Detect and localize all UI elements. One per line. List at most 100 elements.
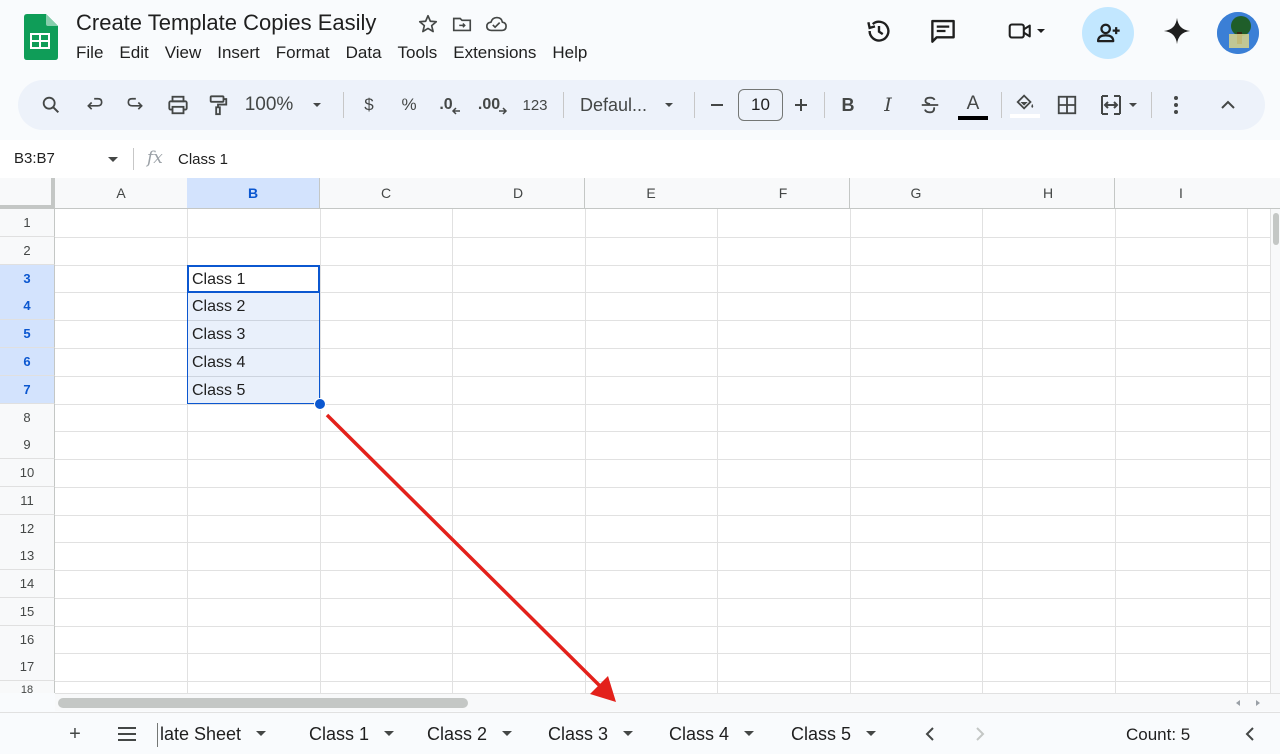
collapse-icon[interactable] [1214, 80, 1242, 130]
increase-font-size-button[interactable] [788, 80, 814, 130]
scroll-right-icon[interactable] [1253, 698, 1263, 708]
bold-button[interactable]: B [834, 80, 862, 130]
move-icon[interactable] [450, 12, 474, 36]
row-header-16[interactable]: 16 [0, 626, 55, 654]
tabs-scroll-right-icon[interactable] [966, 713, 994, 754]
decrease-decimal-button[interactable]: .0 [432, 80, 468, 130]
borders-icon[interactable] [1052, 80, 1082, 130]
row-header-6[interactable]: 6 [0, 348, 55, 376]
avatar[interactable] [1217, 12, 1259, 54]
redo-icon[interactable] [120, 80, 150, 130]
row-header-3[interactable]: 3 [0, 265, 55, 293]
menu-data[interactable]: Data [346, 42, 390, 64]
sheets-logo-icon[interactable] [22, 14, 58, 60]
number-format-button[interactable]: 123 [518, 80, 552, 130]
chevron-down-icon[interactable] [255, 729, 267, 739]
star-icon[interactable] [416, 12, 440, 36]
row-header-15[interactable]: 15 [0, 598, 55, 626]
sheet-tab-class-3[interactable]: Class 3 [548, 713, 634, 754]
row-header-9[interactable]: 9 [0, 431, 55, 459]
percent-format-button[interactable]: % [394, 80, 424, 130]
name-box[interactable]: B3:B7 [14, 150, 55, 167]
cloud-icon[interactable] [484, 12, 508, 36]
scroll-left-icon[interactable] [1233, 698, 1243, 708]
spreadsheet-grid[interactable]: A B C D E F G H I 1 2 3 4 5 6 7 8 9 10 1… [0, 178, 1280, 693]
chevron-down-icon[interactable] [622, 729, 634, 739]
history-icon[interactable] [862, 14, 896, 48]
add-sheet-button[interactable]: + [60, 713, 90, 754]
chevron-down-icon[interactable] [743, 729, 755, 739]
menu-extensions[interactable]: Extensions [453, 42, 544, 64]
chevron-down-icon[interactable] [865, 729, 877, 739]
column-header-e[interactable]: E [585, 178, 718, 209]
menu-format[interactable]: Format [276, 42, 338, 64]
font-family-select[interactable]: Defaul... [574, 80, 684, 130]
print-icon[interactable] [162, 80, 194, 130]
formula-input[interactable]: Class 1 [178, 151, 228, 168]
search-icon[interactable] [34, 80, 68, 130]
column-header-b[interactable]: B [187, 178, 320, 209]
column-header-h[interactable]: H [982, 178, 1115, 209]
menu-tools[interactable]: Tools [398, 42, 446, 64]
sheet-tab-template[interactable]: late Sheet [160, 713, 267, 754]
vertical-scrollbar[interactable] [1270, 209, 1280, 693]
fill-handle[interactable] [314, 398, 326, 410]
column-header-a[interactable]: A [55, 178, 188, 209]
row-header-8[interactable]: 8 [0, 404, 55, 432]
cell-b5[interactable]: Class 3 [192, 320, 245, 348]
zoom-select[interactable]: 100% [244, 80, 324, 130]
select-all-corner[interactable] [0, 178, 55, 209]
column-header-d[interactable]: D [452, 178, 585, 209]
sheet-tab-class-5[interactable]: Class 5 [791, 713, 877, 754]
comment-icon[interactable] [926, 14, 960, 48]
horizontal-scroll-thumb[interactable] [58, 698, 468, 708]
tabs-scroll-left-icon[interactable] [916, 713, 944, 754]
gemini-icon[interactable] [1160, 14, 1194, 48]
menu-file[interactable]: File [76, 42, 111, 64]
merge-icon[interactable] [1094, 80, 1144, 130]
vertical-scroll-thumb[interactable] [1273, 213, 1279, 245]
side-panel-collapse-icon[interactable] [1238, 713, 1262, 754]
fill-color-icon[interactable] [1008, 80, 1042, 130]
row-header-18[interactable]: 18 [0, 681, 55, 693]
column-header-i[interactable]: I [1115, 178, 1248, 209]
column-header-g[interactable]: G [850, 178, 983, 209]
chevron-down-icon[interactable] [383, 729, 395, 739]
video-icon[interactable] [996, 14, 1056, 48]
cell-b3[interactable]: Class 1 [192, 265, 245, 293]
column-header-c[interactable]: C [320, 178, 453, 209]
decrease-font-size-button[interactable] [704, 80, 730, 130]
text-color-button[interactable]: A [956, 80, 990, 130]
menu-view[interactable]: View [165, 42, 210, 64]
cell-b6[interactable]: Class 4 [192, 348, 245, 376]
chevron-down-icon[interactable] [107, 155, 119, 165]
sheet-tab-class-1[interactable]: Class 1 [309, 713, 395, 754]
row-header-2[interactable]: 2 [0, 237, 55, 265]
row-header-4[interactable]: 4 [0, 292, 55, 320]
strikethrough-icon[interactable] [915, 80, 945, 130]
row-header-17[interactable]: 17 [0, 653, 55, 681]
chevron-down-icon[interactable] [501, 729, 513, 739]
row-header-13[interactable]: 13 [0, 542, 55, 570]
font-size-input[interactable]: 10 [738, 89, 783, 121]
column-header-f[interactable]: F [717, 178, 850, 209]
paint-format-icon[interactable] [202, 80, 234, 130]
selection-count[interactable]: Count: 5 [1126, 725, 1190, 745]
row-header-1[interactable]: 1 [0, 209, 55, 237]
menu-help[interactable]: Help [552, 42, 595, 64]
row-header-7[interactable]: 7 [0, 376, 55, 404]
italic-button[interactable]: I [874, 80, 902, 130]
document-title[interactable]: Create Template Copies Easily [76, 10, 376, 36]
row-header-11[interactable]: 11 [0, 487, 55, 515]
menu-edit[interactable]: Edit [119, 42, 156, 64]
row-header-10[interactable]: 10 [0, 459, 55, 487]
sheet-tab-class-2[interactable]: Class 2 [427, 713, 513, 754]
increase-decimal-button[interactable]: .00 [474, 80, 512, 130]
horizontal-scrollbar[interactable] [55, 693, 1280, 711]
share-button[interactable] [1082, 7, 1134, 59]
undo-icon[interactable] [80, 80, 110, 130]
row-header-5[interactable]: 5 [0, 320, 55, 348]
sheet-tab-class-4[interactable]: Class 4 [669, 713, 755, 754]
currency-format-button[interactable]: $ [354, 80, 384, 130]
row-header-12[interactable]: 12 [0, 515, 55, 543]
